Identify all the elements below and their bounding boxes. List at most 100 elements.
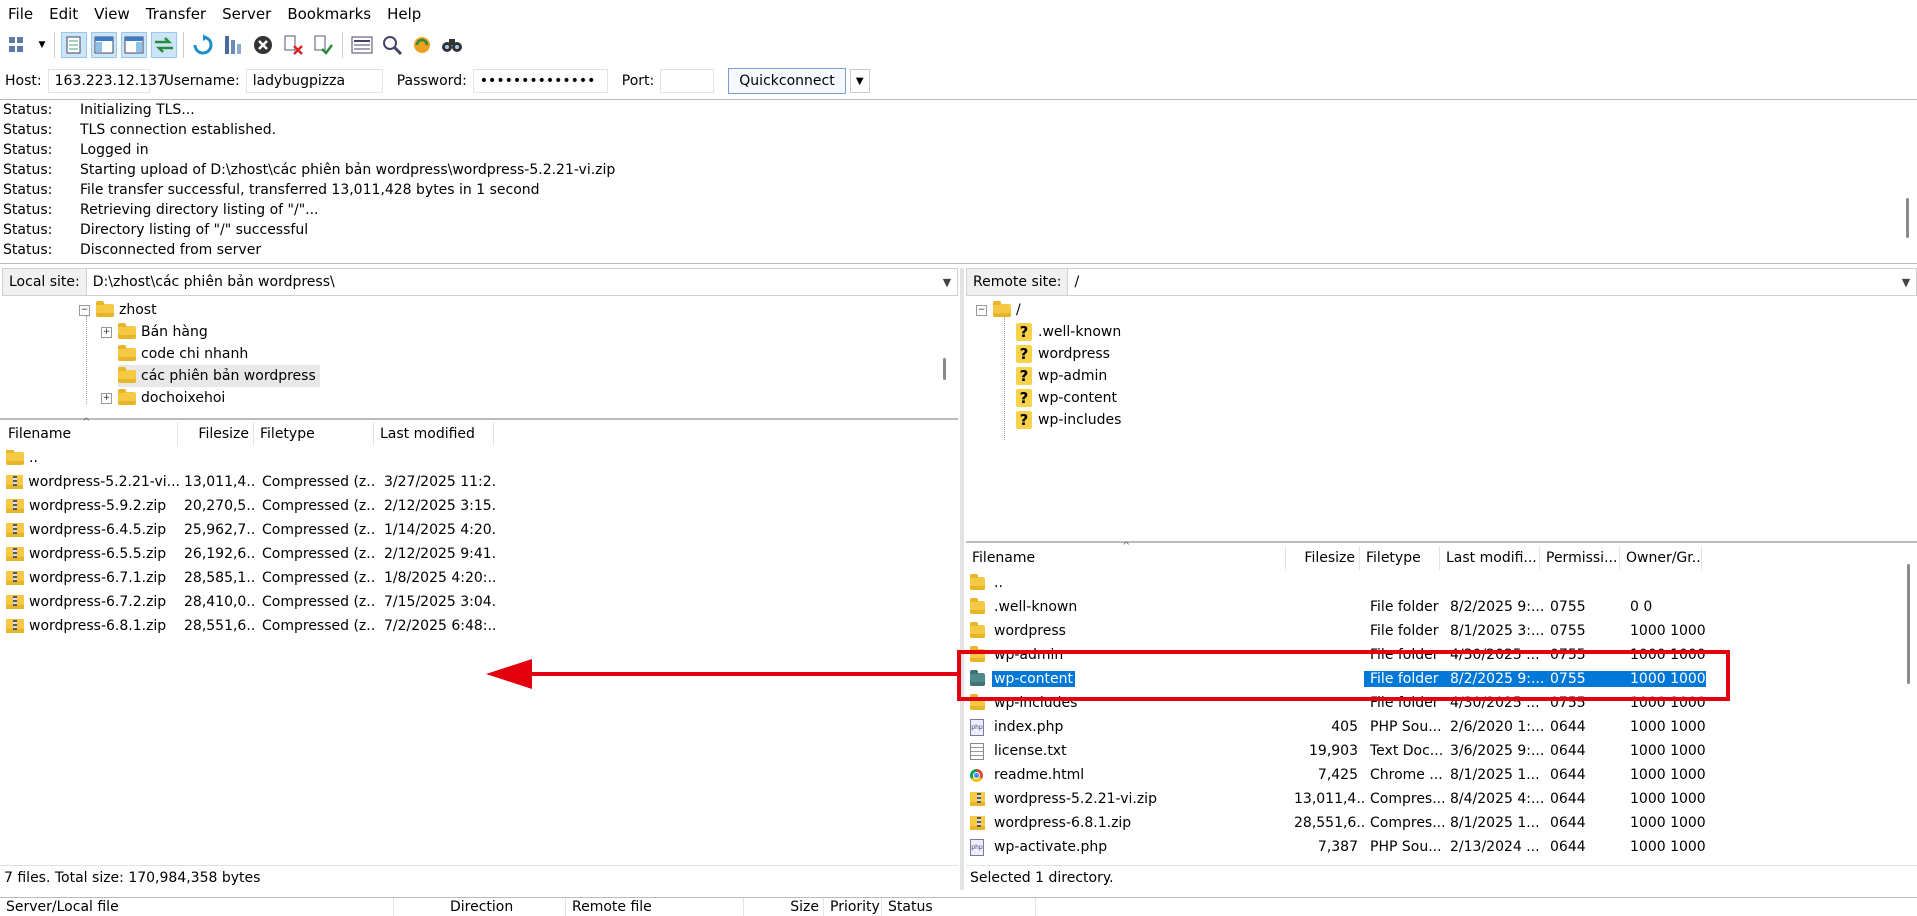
search-remote-files-icon[interactable]	[439, 32, 465, 58]
column-filesize[interactable]: Filesize	[1286, 546, 1360, 570]
remote-site-bar: Remote site: / ▼	[966, 268, 1917, 296]
menu-bookmarks[interactable]: Bookmarks	[279, 5, 379, 23]
file-name: readme.html	[994, 767, 1085, 783]
remote-file-row[interactable]: wordpress File folder 8/1/2025 3:... 0755 10…	[970, 619, 1706, 643]
folder-icon	[970, 597, 985, 614]
log-entry: Status: Disconnected from server	[0, 240, 1917, 260]
reconnect-icon[interactable]	[310, 32, 336, 58]
menu-file[interactable]: File	[0, 5, 41, 23]
column-last-modified[interactable]: Last modifi...	[1440, 546, 1540, 570]
remote-site-path-input[interactable]: /	[1068, 274, 1896, 290]
tree-node-wordpress[interactable]: ? wordpress	[1016, 343, 1110, 365]
password-input[interactable]: ••••••••••••••	[472, 69, 608, 93]
remote-file-row[interactable]: ..	[970, 571, 1706, 595]
process-queue-icon[interactable]	[220, 32, 246, 58]
chevron-down-icon[interactable]: ▼	[1896, 276, 1916, 289]
local-file-row[interactable]: ..	[4, 446, 496, 470]
log-message: Directory listing of "/" successful	[80, 222, 309, 238]
column-filesize[interactable]: Filesize	[178, 422, 254, 446]
host-input[interactable]: 163.223.12.137	[47, 69, 166, 93]
toggle-log-icon[interactable]	[61, 32, 87, 58]
local-directory-tree[interactable]: − zhost + Bán hàng code chi nhanh các ph…	[0, 296, 958, 416]
column-direction[interactable]: Direction	[394, 898, 566, 916]
file-name: .well-known	[994, 599, 1078, 615]
remote-file-row[interactable]: .well-known File folder 8/2/2025 9:... 0755…	[970, 595, 1706, 619]
disconnect-icon[interactable]	[280, 32, 306, 58]
username-input[interactable]: ladybugpizza	[245, 69, 383, 93]
tree-node-code-chi-nhanh[interactable]: code chi nhanh	[118, 343, 248, 365]
tree-node-root[interactable]: − /	[976, 299, 1021, 321]
local-file-row[interactable]: wordpress-6.7.1.zip 28,585,1... Compressed…	[4, 566, 496, 590]
site-manager-icon[interactable]	[6, 32, 32, 58]
column-status[interactable]: Status	[882, 898, 1036, 916]
local-file-row[interactable]: wordpress-6.7.2.zip 28,410,0... Compressed…	[4, 590, 496, 614]
local-site-bar: Local site: D:\zhost\các phiên bản wordp…	[2, 268, 958, 296]
local-file-row[interactable]: wordpress-5.2.21-vi... 13,011,4... Compres…	[4, 470, 496, 494]
directory-listing-filters-icon[interactable]	[349, 32, 375, 58]
column-remote-file[interactable]: Remote file	[566, 898, 744, 916]
tree-node-well-known[interactable]: ? .well-known	[1016, 321, 1121, 343]
folder-icon	[970, 621, 985, 638]
tree-node-wp-includes[interactable]: ? wp-includes	[1016, 409, 1121, 431]
tree-node-ban-hang[interactable]: + Bán hàng	[101, 321, 208, 343]
tree-node-cac-phien-ban-wordpress[interactable]: các phiên bản wordpress	[118, 365, 320, 387]
local-tree-scrollbar[interactable]	[943, 358, 946, 380]
remote-file-row[interactable]: php wp-activate.php 7,387 PHP Sou... 2/13/20…	[970, 835, 1706, 859]
local-file-row[interactable]: wordpress-6.4.5.zip 25,962,7... Compressed…	[4, 518, 496, 542]
tree-node-zhost[interactable]: − zhost	[79, 299, 157, 321]
remote-file-list-scrollbar[interactable]	[1907, 564, 1910, 684]
menu-server[interactable]: Server	[214, 5, 279, 23]
cancel-operation-icon[interactable]	[250, 32, 276, 58]
log-type: Status:	[3, 102, 53, 118]
chevron-down-icon[interactable]: ▼	[937, 276, 957, 289]
local-file-row[interactable]: wordpress-5.9.2.zip 20,270,5... Compressed…	[4, 494, 496, 518]
tree-node-label: wp-admin	[1038, 368, 1108, 384]
local-file-row[interactable]: wordpress-6.5.5.zip 26,192,6... Compressed…	[4, 542, 496, 566]
refresh-icon[interactable]	[190, 32, 216, 58]
column-last-modified[interactable]: Last modified	[374, 422, 494, 446]
directory-comparison-icon[interactable]	[379, 32, 405, 58]
menu-transfer[interactable]: Transfer	[138, 5, 214, 23]
collapse-icon[interactable]: −	[79, 304, 90, 316]
tree-node-wp-admin[interactable]: ? wp-admin	[1016, 365, 1107, 387]
column-server-local-file[interactable]: Server/Local file	[0, 898, 394, 916]
remote-directory-tree[interactable]: − / ? .well-known ? wordpress ? wp-admin…	[966, 296, 1917, 536]
remote-file-row[interactable]: wordpress-5.2.21-vi.zip 13,011,4... Compre…	[970, 787, 1706, 811]
port-input[interactable]	[660, 69, 715, 93]
local-pane-splitter[interactable]	[0, 418, 958, 420]
remote-file-row[interactable]: wordpress-6.8.1.zip 28,551,6... Compres...…	[970, 811, 1706, 835]
menu-help[interactable]: Help	[379, 5, 429, 23]
tree-node-dochoixehoi[interactable]: + dochoixehoi	[101, 387, 225, 409]
local-file-row[interactable]: wordpress-6.8.1.zip 28,551,6... Compressed…	[4, 614, 496, 638]
column-filetype[interactable]: Filetype	[1360, 546, 1440, 570]
tree-node-wp-content[interactable]: ? wp-content	[1016, 387, 1117, 409]
file-modified: 2/6/2020 1:...	[1450, 719, 1544, 735]
site-manager-dropdown-icon[interactable]: ▼	[36, 32, 48, 58]
toggle-queue-icon[interactable]	[151, 32, 177, 58]
menu-edit[interactable]: Edit	[41, 5, 86, 23]
menu-view[interactable]: View	[86, 5, 138, 23]
remote-file-row[interactable]: php index.php 405 PHP Sou... 2/6/2020 1:... 0…	[970, 715, 1706, 739]
expand-icon[interactable]: +	[101, 326, 112, 338]
collapse-icon[interactable]: −	[976, 304, 987, 316]
toggle-local-tree-icon[interactable]	[91, 32, 117, 58]
column-priority[interactable]: Priority	[824, 898, 882, 916]
remote-pane-splitter[interactable]	[966, 541, 1917, 543]
column-permissions[interactable]: Permissi...	[1540, 546, 1620, 570]
synchronized-browsing-icon[interactable]	[409, 32, 435, 58]
column-filetype[interactable]: Filetype	[254, 422, 374, 446]
local-site-path-input[interactable]: D:\zhost\các phiên bản wordpress\	[87, 274, 937, 290]
message-log[interactable]: Status: Initializing TLS... Status: TLS con…	[0, 99, 1917, 264]
quickconnect-button[interactable]: Quickconnect	[728, 68, 846, 94]
column-size[interactable]: Size	[744, 898, 824, 916]
file-modified: 7/15/2025 3:04...	[384, 594, 496, 610]
toggle-remote-tree-icon[interactable]	[121, 32, 147, 58]
expand-icon[interactable]: +	[101, 392, 112, 404]
column-owner-group[interactable]: Owner/Gr...	[1620, 546, 1702, 570]
vertical-pane-splitter[interactable]	[960, 268, 964, 890]
remote-file-row[interactable]: readme.html 7,425 Chrome ... 8/1/2025 1... 0…	[970, 763, 1706, 787]
file-owner-group: 1000 1000	[1630, 791, 1706, 807]
remote-file-row[interactable]: license.txt 19,903 Text Doc... 3/6/2025 9:.…	[970, 739, 1706, 763]
log-scrollbar[interactable]	[1906, 198, 1909, 238]
quickconnect-history-dropdown[interactable]: ▼	[849, 69, 870, 93]
